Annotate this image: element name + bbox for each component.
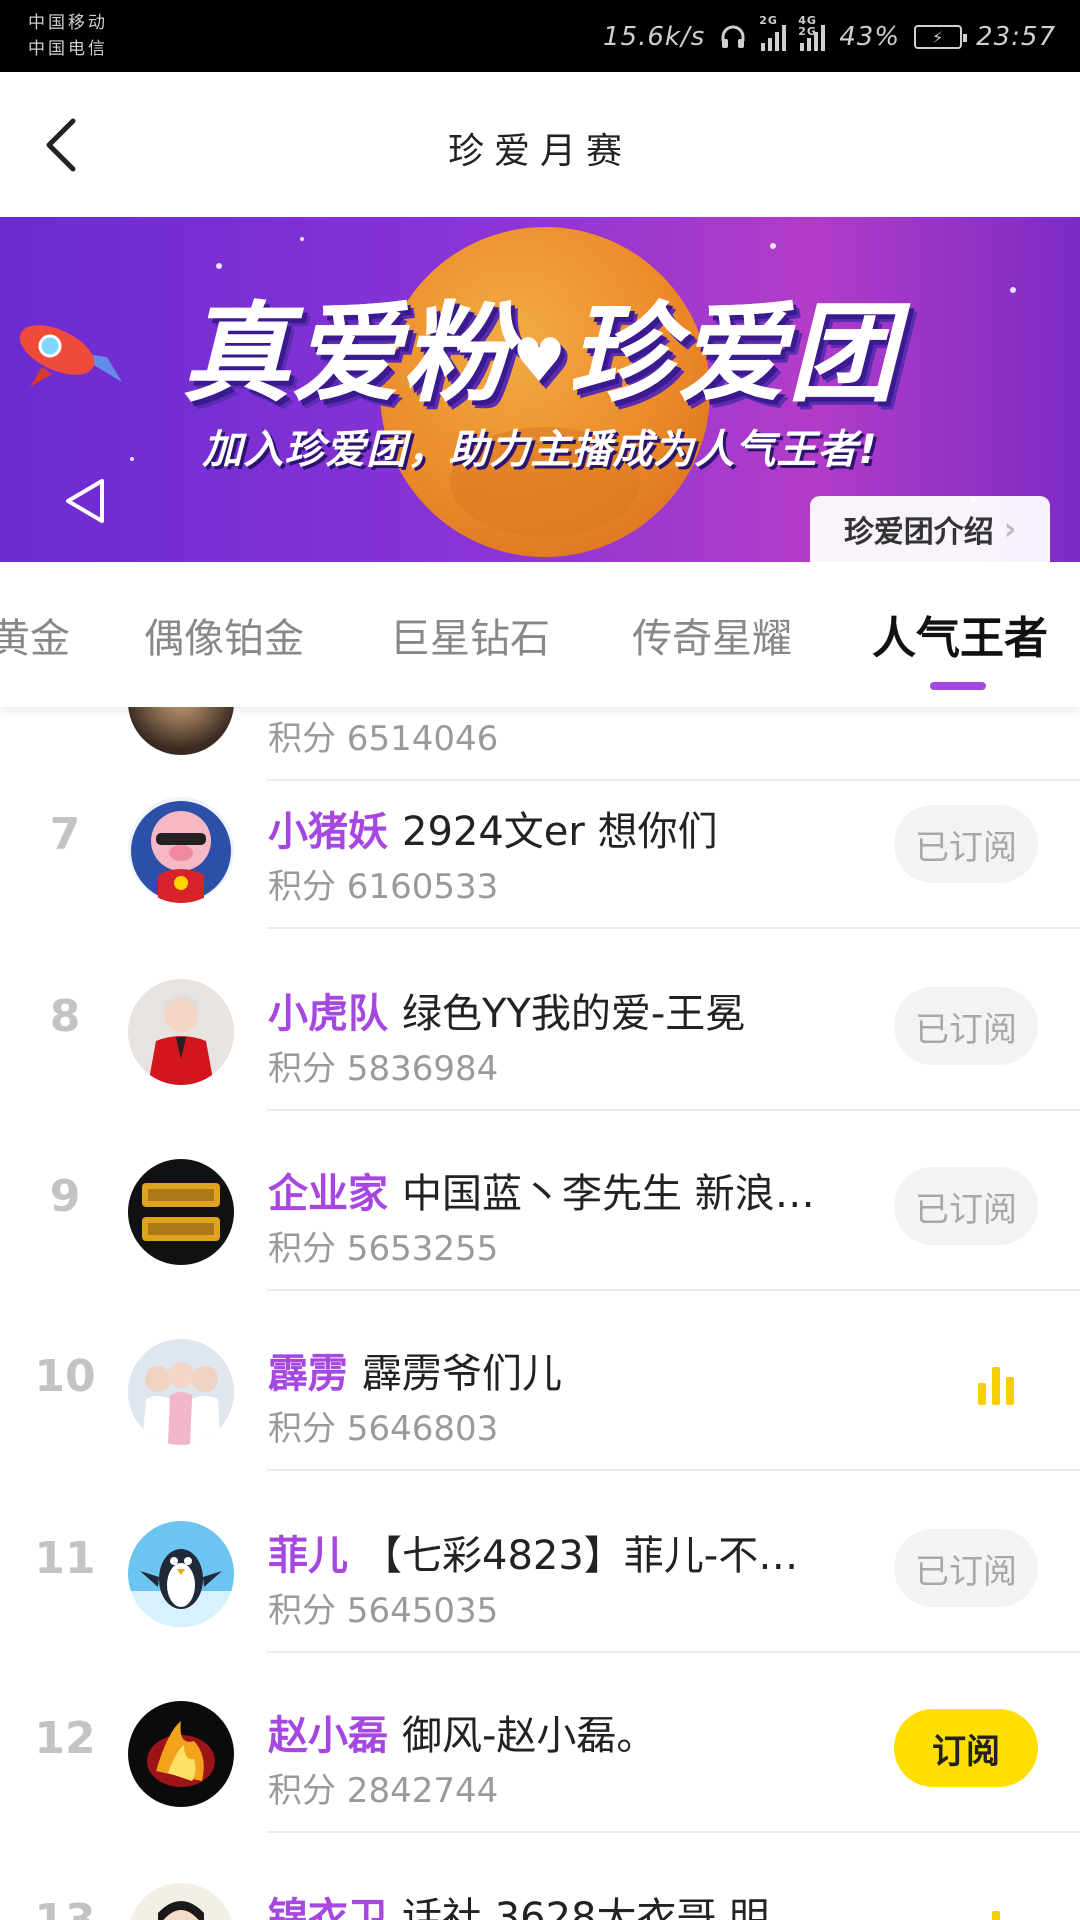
- triangle-decoration-icon: [66, 479, 104, 523]
- pig-avatar-image: [128, 797, 234, 903]
- avatar[interactable]: [128, 1339, 234, 1445]
- tab-superstar-diamond[interactable]: 巨星钻石: [390, 606, 550, 664]
- banner-title: 真爱粉♥珍爱团: [182, 292, 898, 417]
- battery-percent: 43%: [839, 22, 901, 52]
- headphones-icon: [721, 25, 745, 48]
- group-name: 霹雳: [268, 1351, 348, 1397]
- group-photo-avatar-image: [128, 1339, 234, 1445]
- score: 积分 5653255: [268, 1229, 499, 1269]
- anchor-name: 霹雳爷们儿: [362, 1351, 562, 1397]
- clock: 23:57: [976, 22, 1056, 52]
- anchor-name: 中国蓝丶李先生 新浪…: [402, 1171, 815, 1217]
- rank-number: 11: [34, 1533, 96, 1584]
- avatar[interactable]: [128, 1883, 234, 1920]
- carrier-1: 中国移动: [28, 13, 108, 33]
- avatar[interactable]: [128, 1521, 234, 1627]
- anchor-name-line: 霹雳 霹雳爷们儿: [268, 1341, 828, 1399]
- rank-number: 7: [49, 809, 81, 860]
- subscribe-button[interactable]: 订阅: [894, 1709, 1038, 1787]
- list-item[interactable]: 11 菲儿 【七彩4823】菲儿-不离… 积分 5645035 已订阅: [0, 1471, 1080, 1653]
- group-name: 菲儿: [268, 1533, 348, 1579]
- anchor-name-line: 菲儿 【七彩4823】菲儿-不离…: [268, 1523, 828, 1581]
- avatar[interactable]: [128, 1159, 234, 1265]
- tab-popularity-king[interactable]: 人气王者: [872, 602, 1048, 666]
- header: 珍爱月赛: [0, 72, 1080, 217]
- heart-icon: ♥: [512, 326, 568, 397]
- group-name: 小猪妖: [268, 809, 388, 855]
- cartoon-avatar-image: [128, 1883, 234, 1920]
- avatar[interactable]: [128, 1701, 234, 1807]
- network-speed: 15.6k/s: [603, 22, 706, 52]
- page-title: 珍爱月赛: [447, 131, 632, 172]
- rank-number: 8: [49, 991, 81, 1042]
- avatar[interactable]: [128, 797, 234, 903]
- anchor-name-line: 赵小磊 御风-赵小磊。: [268, 1703, 828, 1761]
- anchor-name-line: 小猪妖 2924文er 想你们: [268, 799, 828, 857]
- tab-indicator: [930, 682, 986, 690]
- carrier-info: 中国移动 中国电信: [28, 10, 108, 62]
- list-item[interactable]: 7 小猪妖 2924文er 想你们 积分 6160533 已订阅: [0, 747, 1080, 929]
- subscribed-button[interactable]: 已订阅: [894, 987, 1038, 1065]
- score: 积分 5836984: [268, 1049, 499, 1089]
- anchor-name: 2924文er 想你们: [402, 809, 718, 855]
- intro-button[interactable]: 珍爱团介绍 ›: [810, 496, 1050, 562]
- subscribed-button[interactable]: 已订阅: [894, 1167, 1038, 1245]
- chevron-right-icon: ›: [1003, 511, 1017, 547]
- subscribed-button[interactable]: 已订阅: [894, 805, 1038, 883]
- list-item[interactable]: 13 锦衣卫话社 3628大衣哥 明天…: [0, 1833, 1080, 1920]
- group-name: 锦衣卫: [268, 1895, 388, 1920]
- signal-icon-2: 4G 2G: [798, 15, 826, 51]
- live-bars-icon[interactable]: [978, 1909, 1018, 1920]
- rank-number: 13: [20, 1895, 110, 1920]
- live-bars-icon[interactable]: [978, 1365, 1018, 1405]
- tab-gold[interactable]: 黄金: [0, 606, 70, 664]
- anchor-name-line: 锦衣卫 话社 3628大衣哥 明天…: [268, 1885, 828, 1920]
- score: 积分 5646803: [268, 1409, 499, 1449]
- battery-charging-icon: ⚡: [914, 25, 968, 49]
- group-name: 企业家: [268, 1171, 388, 1217]
- subscribed-button[interactable]: 已订阅: [894, 1529, 1038, 1607]
- anchor-name: 【七彩4823】菲儿-不离…: [362, 1533, 828, 1579]
- carrier-2: 中国电信: [28, 39, 108, 59]
- group-name: 赵小磊: [268, 1713, 388, 1759]
- tier-tabs: 黄金 偶像铂金 巨星钻石 传奇星耀 人气王者: [0, 562, 1080, 707]
- signal-icon-1: 2G: [759, 15, 787, 51]
- list-item[interactable]: 12 赵小磊 御风-赵小磊。 积分 2842744 订阅: [0, 1651, 1080, 1833]
- score: 积分 2842744: [268, 1771, 499, 1811]
- avatar[interactable]: [128, 979, 234, 1085]
- list-item[interactable]: 9 企业家 中国蓝丶李先生 新浪… 积分 5653255 已订阅: [0, 1109, 1080, 1291]
- tab-legend-starlight[interactable]: 传奇星耀: [632, 606, 792, 664]
- status-indicators: 15.6k/s 2G 4G 2G 43% ⚡ 23:57: [603, 15, 1056, 54]
- list-item[interactable]: 10 霹雳 霹雳爷们儿 积分 5646803: [0, 1289, 1080, 1471]
- group-name: 小虎队: [268, 991, 388, 1037]
- rank-number: 12: [34, 1713, 96, 1764]
- penguin-avatar-image: [128, 1521, 234, 1627]
- rank-number: 9: [49, 1171, 81, 1222]
- status-bar: 中国移动 中国电信 15.6k/s 2G 4G 2G 43% ⚡ 23:57: [0, 0, 1080, 72]
- anchor-name: 御风-赵小磊。: [402, 1713, 657, 1759]
- anchor-name: 绿色YY我的爱-王冕: [402, 991, 746, 1037]
- banner-subtitle: 加入珍爱团，助力主播成为人气王者!: [202, 427, 878, 473]
- rank-number: 10: [34, 1351, 96, 1402]
- king-logo-avatar-image: [128, 1159, 234, 1265]
- score: 积分 5645035: [268, 1591, 499, 1631]
- score: 积分 6160533: [268, 867, 499, 907]
- anchor-name-line: 企业家 中国蓝丶李先生 新浪…: [268, 1161, 828, 1219]
- ranking-list[interactable]: 积分 6514046 7 小猪妖 2924文er 想你们 积分 6160533 已…: [0, 707, 1080, 1920]
- anchor-name: 话社 3628大衣哥 明天…: [402, 1895, 828, 1920]
- person-avatar-image: [128, 979, 234, 1085]
- tab-idol-platinum[interactable]: 偶像铂金: [144, 606, 304, 664]
- intro-button-label: 珍爱团介绍: [843, 515, 994, 550]
- list-item[interactable]: 8 小虎队 绿色YY我的爱-王冕 积分 5836984 已订阅: [0, 929, 1080, 1111]
- fire-logo-avatar-image: [128, 1701, 234, 1807]
- anchor-name-line: 小虎队 绿色YY我的爱-王冕: [268, 981, 828, 1039]
